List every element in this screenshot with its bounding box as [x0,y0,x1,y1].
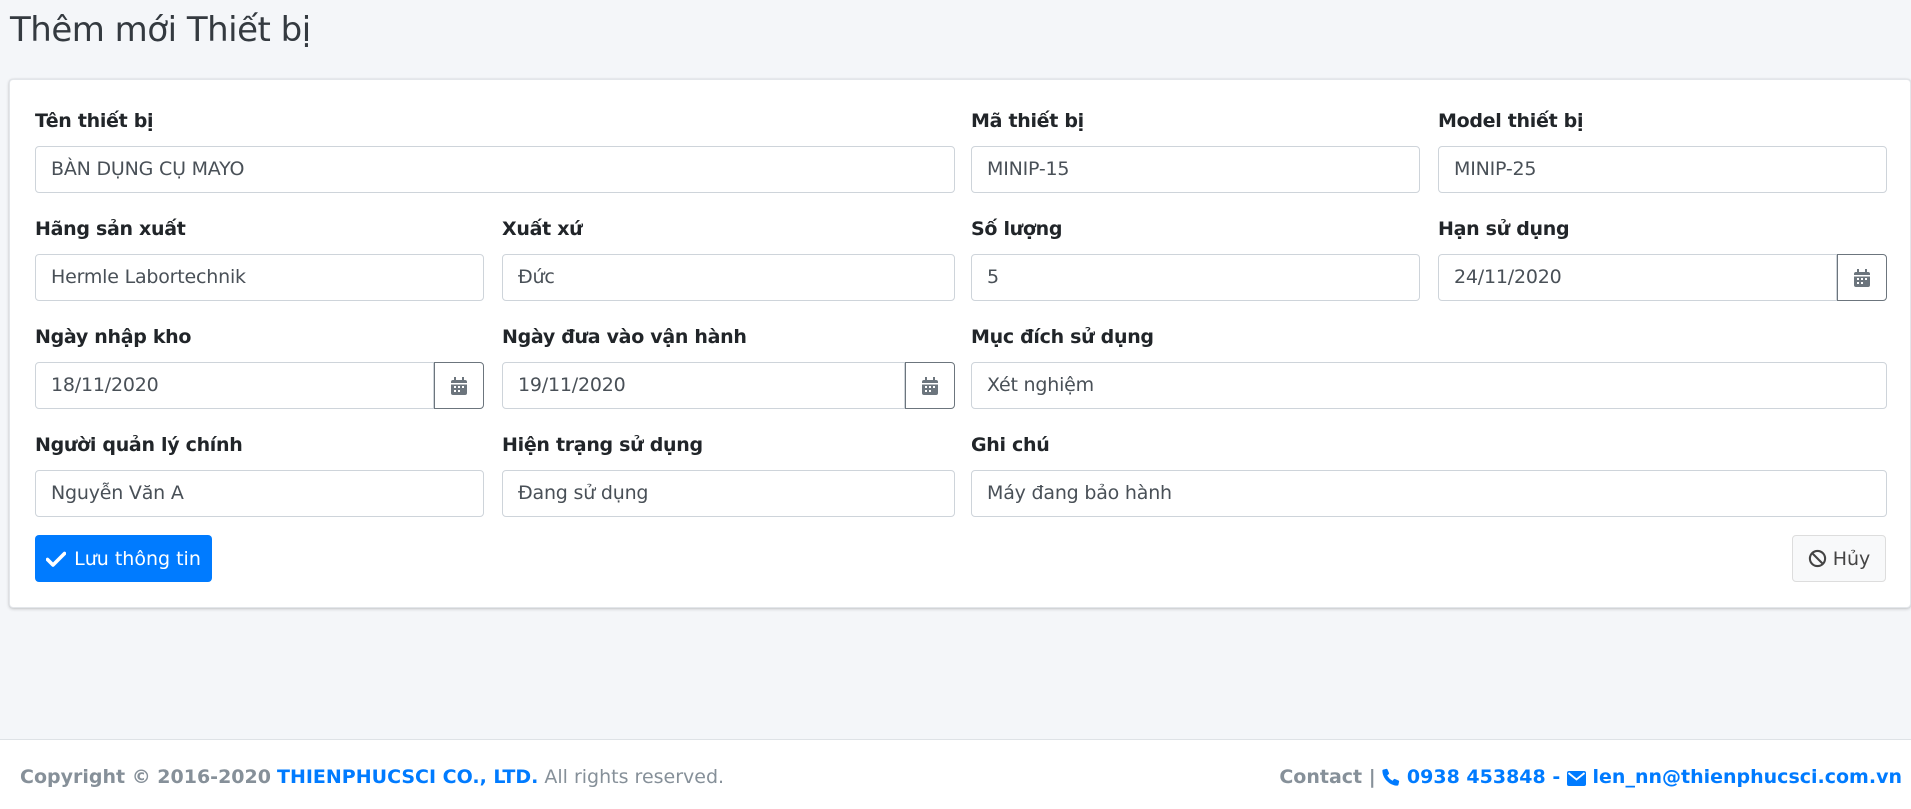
email-link[interactable]: len_nn@thienphucsci.com.vn [1566,766,1902,788]
save-button-label: Lưu thông tin [74,547,201,570]
calendar-icon [922,376,938,395]
phone-icon [1382,768,1400,786]
input-ghi-chu[interactable]: Máy đang bảo hành [971,470,1887,517]
field-so-luong: Số lượng 5 [971,216,1420,306]
save-button[interactable]: Lưu thông tin [35,535,212,582]
device-form-card: Tên thiết bị BÀN DỤNG CỤ MAYO Mã thiết b… [9,79,1911,608]
field-han-su-dung: Hạn sử dụng 24/11/2020 [1438,216,1887,306]
input-ten-thiet-bi[interactable]: BÀN DỤNG CỤ MAYO [35,146,955,193]
contact-label: Contact | [1279,766,1376,788]
phone-link[interactable]: 0938 453848 [1382,766,1552,788]
check-icon [46,551,67,567]
input-ma-thiet-bi[interactable]: MINIP-15 [971,146,1420,193]
label-muc-dich-su-dung: Mục đích sử dụng [971,326,1154,348]
label-ma-thiet-bi: Mã thiết bị [971,110,1084,132]
label-ghi-chu: Ghi chú [971,434,1050,456]
field-ngay-nhap-kho: Ngày nhập kho 18/11/2020 [35,324,484,414]
footer-copyright: Copyright © 2016-2020 THIENPHUCSCI CO., … [20,766,724,788]
cancel-button[interactable]: Hủy [1792,535,1886,582]
field-ten-thiet-bi: Tên thiết bị BÀN DỤNG CỤ MAYO [35,108,955,198]
field-hien-trang-su-dung: Hiện trạng sử dụng Đang sử dụng [502,432,955,522]
label-nguoi-quan-ly-chinh: Người quản lý chính [35,434,243,456]
field-ngay-dua-vao-van-hanh: Ngày đưa vào vận hành 19/11/2020 [502,324,955,414]
cancel-button-label: Hủy [1832,547,1871,570]
label-so-luong: Số lượng [971,218,1063,240]
input-hien-trang-su-dung[interactable]: Đang sử dụng [502,470,955,517]
label-ngay-dua-vao-van-hanh: Ngày đưa vào vận hành [502,326,747,348]
label-ten-thiet-bi: Tên thiết bị [35,110,154,132]
ngay-dua-vao-van-hanh-calendar-button[interactable] [905,362,955,409]
label-hang-san-xuat: Hãng sản xuất [35,218,186,240]
calendar-icon [1854,268,1870,287]
input-model-thiet-bi[interactable]: MINIP-25 [1438,146,1887,193]
input-ngay-nhap-kho[interactable]: 18/11/2020 [35,362,434,409]
page-footer: Copyright © 2016-2020 THIENPHUCSCI CO., … [0,739,1911,809]
calendar-icon [451,376,467,395]
phone-text: 0938 453848 [1406,766,1546,788]
input-han-su-dung[interactable]: 24/11/2020 [1438,254,1837,301]
input-so-luong[interactable]: 5 [971,254,1420,301]
ban-icon [1808,549,1826,568]
label-han-su-dung: Hạn sử dụng [1438,218,1570,240]
email-text: len_nn@thienphucsci.com.vn [1592,766,1902,788]
rights-text: All rights reserved. [544,766,725,788]
label-ngay-nhap-kho: Ngày nhập kho [35,326,192,348]
footer-contact: Contact | 0938 453848 - len_nn@thienphuc… [1279,766,1902,788]
ngay-nhap-kho-calendar-button[interactable] [434,362,484,409]
contact-separator: - [1552,766,1561,788]
copyright-text: Copyright © 2016-2020 [20,766,271,788]
field-ghi-chu: Ghi chú Máy đang bảo hành [971,432,1887,522]
field-model-thiet-bi: Model thiết bị MINIP-25 [1438,108,1887,198]
field-xuat-xu: Xuất xứ Đức [502,216,955,306]
label-model-thiet-bi: Model thiết bị [1438,110,1584,132]
input-muc-dich-su-dung[interactable]: Xét nghiệm [971,362,1887,409]
han-su-dung-calendar-button[interactable] [1837,254,1887,301]
company-link[interactable]: THIENPHUCSCI CO., LTD. [277,766,538,788]
input-hang-san-xuat[interactable]: Hermle Labortechnik [35,254,484,301]
label-hien-trang-su-dung: Hiện trạng sử dụng [502,434,703,456]
page-title: Thêm mới Thiết bị [10,10,311,50]
input-xuat-xu[interactable]: Đức [502,254,955,301]
label-xuat-xu: Xuất xứ [502,218,583,240]
field-hang-san-xuat: Hãng sản xuất Hermle Labortechnik [35,216,484,306]
field-nguoi-quan-ly-chinh: Người quản lý chính Nguyễn Văn A [35,432,484,522]
input-nguoi-quan-ly-chinh[interactable]: Nguyễn Văn A [35,470,484,517]
input-ngay-dua-vao-van-hanh[interactable]: 19/11/2020 [502,362,905,409]
field-muc-dich-su-dung: Mục đích sử dụng Xét nghiệm [971,324,1887,414]
envelope-icon [1566,771,1586,786]
field-ma-thiet-bi: Mã thiết bị MINIP-15 [971,108,1420,198]
